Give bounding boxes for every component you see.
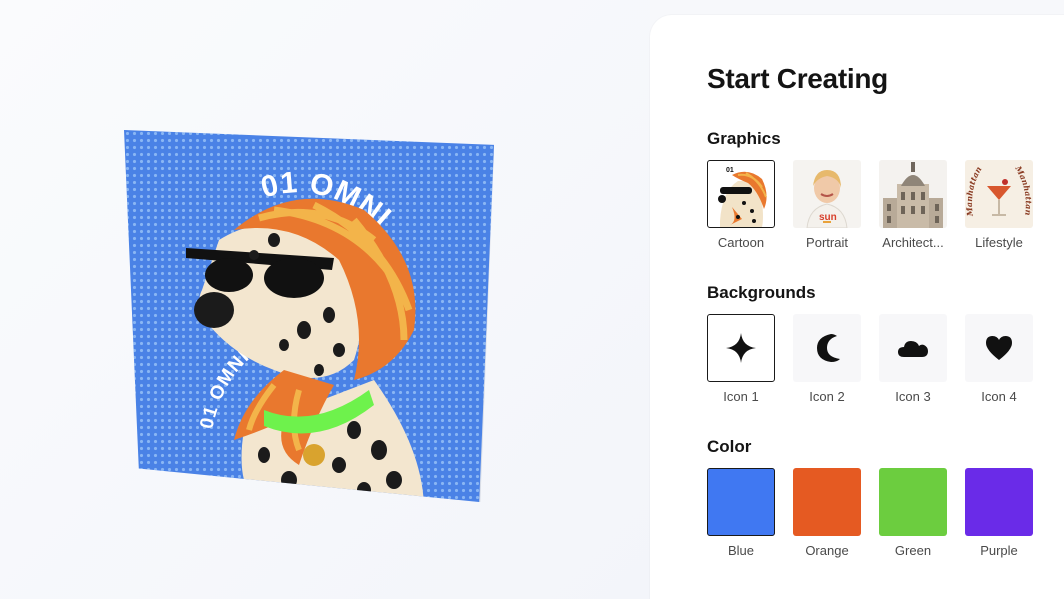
color-section-title: Color [707,437,752,456]
preview-canvas: 01 OMNI 01 OMNI [0,0,650,599]
architecture-thumbnail[interactable] [879,160,947,228]
portrait-image: sun [793,160,861,228]
background-thumb-4[interactable] [965,314,1033,382]
graphic-option-lifestyle[interactable]: Manhattan Manhattan Lifestyle [965,160,1033,250]
backgrounds-section-title: Backgrounds [707,283,816,302]
color-option-green[interactable]: Green [879,468,947,558]
color-label-blue: Blue [727,543,755,558]
heart-icon [986,336,1012,360]
artwork-preview[interactable]: 01 OMNI 01 OMNI [124,130,494,502]
creation-panel: Start Creating Graphics 01 Cartoon sun P… [650,15,1064,599]
lifestyle-cocktail-image: Manhattan Manhattan [965,160,1033,228]
color-option-purple[interactable]: Purple [965,468,1033,558]
graphic-label-portrait: Portrait [806,235,848,250]
color-label-orange: Orange [805,543,849,558]
graphic-label-cartoon: Cartoon [717,235,765,250]
background-option-icon-4[interactable]: Icon 4 [965,314,1033,404]
background-option-icon-3[interactable]: Icon 3 [879,314,947,404]
background-thumb-3[interactable] [879,314,947,382]
color-option-orange[interactable]: Orange [793,468,861,558]
graphics-options: 01 Cartoon sun Portrait Architect... M n… [707,160,1033,250]
color-label-purple: Purple [980,543,1018,558]
background-option-icon-1[interactable]: Icon 1 [707,314,775,404]
color-swatch-orange[interactable] [793,468,861,536]
color-swatch-green[interactable] [879,468,947,536]
cartoon-thumbnail[interactable]: 01 [707,160,775,228]
background-option-icon-2[interactable]: Icon 2 [793,314,861,404]
graphic-option-architecture[interactable]: Architect... [879,160,947,250]
panel-title: Start Creating [707,63,888,94]
color-label-green: Green [894,543,932,558]
background-thumb-2[interactable] [793,314,861,382]
background-label-2: Icon 2 [809,389,845,404]
dalmatian-illustration: 01 OMNI 01 OMNI [186,166,424,502]
graphics-section-title: Graphics [707,129,781,148]
svg-text:01: 01 [726,167,734,174]
lifestyle-thumbnail[interactable]: Manhattan Manhattan [965,160,1033,228]
graphic-label-architecture: Architect... [882,235,944,250]
artwork-image: 01 OMNI 01 OMNI [124,130,494,502]
color-swatch-purple[interactable] [965,468,1033,536]
graphic-option-cartoon[interactable]: 01 Cartoon [707,160,775,250]
background-thumb-1[interactable] [707,314,775,382]
color-options: Blue Orange Green Purple [707,468,1033,558]
background-options: Icon 1 Icon 2 Icon 3 Icon 4 [707,314,1033,404]
architecture-image [879,160,947,228]
background-label-3: Icon 3 [895,389,931,404]
graphic-label-lifestyle: Lifestyle [975,235,1023,250]
cartoon-dog-image: 01 [708,161,774,227]
background-label-4: Icon 4 [981,389,1017,404]
cloud-icon [898,341,928,357]
moon-icon [817,334,840,362]
background-label-1: Icon 1 [723,389,759,404]
sparkle-icon [726,333,756,363]
graphic-option-portrait[interactable]: sun Portrait [793,160,861,250]
color-swatch-blue[interactable] [707,468,775,536]
portrait-thumbnail[interactable]: sun [793,160,861,228]
color-option-blue[interactable]: Blue [707,468,775,558]
